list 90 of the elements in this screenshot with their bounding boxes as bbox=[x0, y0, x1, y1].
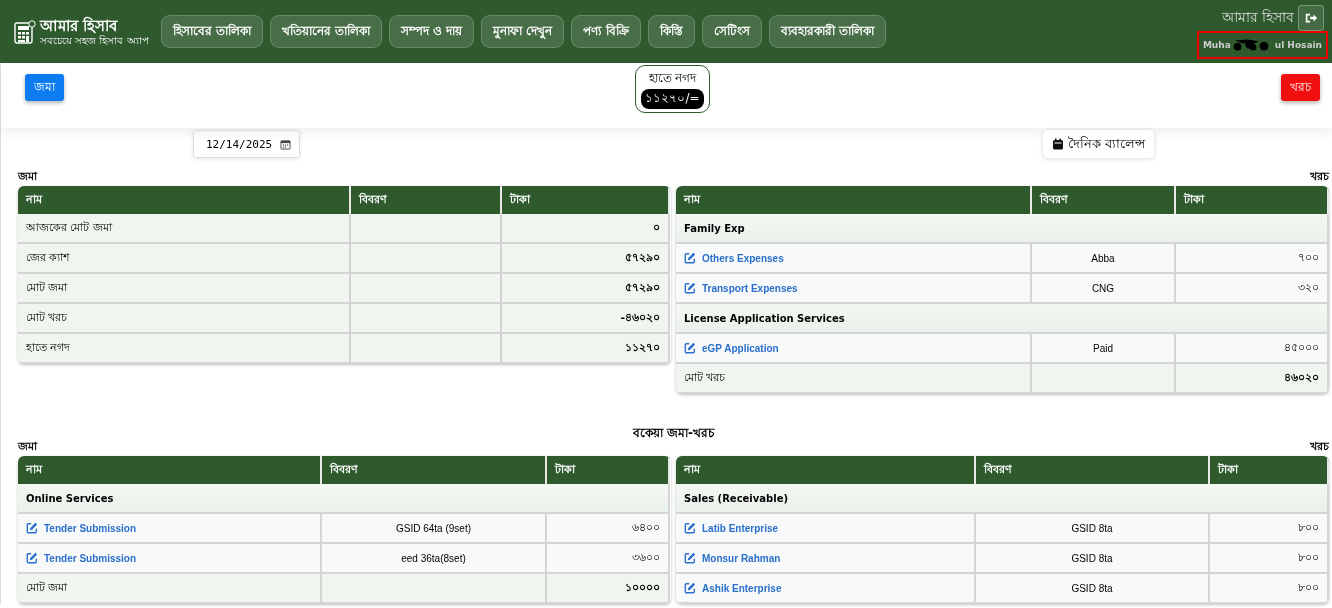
nav-button[interactable]: খতিয়ানের তালিকা bbox=[269, 15, 382, 48]
item-link[interactable]: eGP Application bbox=[702, 342, 779, 354]
edit-icon[interactable] bbox=[26, 552, 38, 564]
table-cell: ৩৬০০ bbox=[547, 544, 670, 574]
app-title: আমার হিসাব bbox=[40, 16, 119, 35]
nav-button[interactable]: পণ্য বিক্রি bbox=[571, 15, 641, 48]
column-header: বিবরণ bbox=[976, 456, 1210, 484]
table-cell: ৮০০ bbox=[1210, 544, 1329, 574]
edit-icon[interactable] bbox=[684, 552, 696, 564]
table-cell: ৮০০ bbox=[1210, 574, 1329, 604]
group-row: License Application Services bbox=[676, 304, 1329, 334]
edit-icon[interactable] bbox=[26, 522, 38, 534]
edit-icon[interactable] bbox=[684, 282, 696, 294]
group-row: Family Exp bbox=[676, 214, 1329, 244]
table-cell: ৮০০ bbox=[1210, 514, 1329, 544]
table-cell: মোট জমা bbox=[18, 574, 322, 604]
nav-button[interactable]: ব্যবহারকারী তালিকা bbox=[768, 15, 886, 48]
table-cell: ৬৪০০ bbox=[547, 514, 670, 544]
item-link[interactable]: Latib Enterprise bbox=[702, 522, 779, 534]
edit-icon[interactable] bbox=[684, 582, 696, 594]
group-row: Online Services bbox=[18, 484, 670, 514]
section-title: বকেয়া জমা-খরচ bbox=[631, 425, 716, 438]
table-cell: মোট খরচ bbox=[18, 304, 351, 334]
table-cell: মোট জমা bbox=[18, 274, 351, 304]
expense-button[interactable]: খরচ bbox=[1281, 74, 1320, 101]
column-header: টাকা bbox=[1176, 186, 1329, 214]
table-cell: ৪৬০২০ bbox=[1176, 364, 1329, 394]
table-cell: ৭০০ bbox=[1176, 244, 1329, 274]
table-label: খরচ bbox=[1310, 168, 1329, 185]
table-cell: ৩২০ bbox=[1176, 274, 1329, 304]
table-cell: GSID 8ta bbox=[976, 514, 1210, 544]
nav-button[interactable]: কিস্তি bbox=[647, 15, 695, 48]
table-cell: GSID 8ta bbox=[976, 574, 1210, 604]
table-cell: Paid bbox=[1032, 334, 1176, 364]
table-cell: ৪৫০০০ bbox=[1176, 334, 1329, 364]
nav-button[interactable]: সেটিংস bbox=[701, 15, 762, 48]
edit-icon[interactable] bbox=[684, 252, 696, 264]
column-header: বিবরণ bbox=[322, 456, 547, 484]
account-label: আমার হিসাব bbox=[1221, 7, 1294, 27]
column-header: নাম bbox=[18, 456, 322, 484]
table-cell: ১১২৭০ bbox=[502, 334, 670, 364]
column-header: বিবরণ bbox=[351, 186, 502, 214]
nav-button[interactable]: মুনাফা দেখুন bbox=[481, 15, 565, 48]
table-cell: Abba bbox=[1032, 244, 1176, 274]
group-row: Sales (Receivable) bbox=[676, 484, 1329, 514]
date-field[interactable]: 12/14/2025 bbox=[193, 130, 301, 158]
calculator-icon bbox=[14, 19, 36, 44]
logout-button[interactable] bbox=[1298, 4, 1324, 31]
column-header: নাম bbox=[18, 186, 351, 214]
edit-icon[interactable] bbox=[684, 522, 696, 534]
column-header: টাকা bbox=[502, 186, 670, 214]
table-label: জমা bbox=[18, 438, 37, 455]
item-link[interactable]: Transport Expenses bbox=[702, 282, 798, 294]
calendar-icon[interactable] bbox=[280, 138, 292, 150]
column-header: টাকা bbox=[1210, 456, 1329, 484]
app-subtitle: সবচেয়ে সহজ হিসাব অ্যাপ bbox=[40, 34, 149, 47]
cash-amount: ১১২৭০/= bbox=[641, 89, 704, 109]
daily-balance-button[interactable]: দৈনিক ব্যালেন্স bbox=[1042, 130, 1154, 158]
item-link[interactable]: Tender Submission bbox=[44, 522, 137, 534]
calendar-icon bbox=[1051, 138, 1064, 150]
column-header: নাম bbox=[676, 186, 1032, 214]
column-header: বিবরণ bbox=[1032, 186, 1176, 214]
item-link[interactable]: Ashik Enterprise bbox=[702, 582, 782, 594]
table-cell: হাতে নগদ bbox=[18, 334, 351, 364]
table-label: খরচ bbox=[1310, 438, 1329, 455]
cash-label: হাতে নগদ bbox=[648, 70, 697, 87]
column-header: নাম bbox=[676, 456, 976, 484]
column-header: টাকা bbox=[547, 456, 670, 484]
table-cell: জের ক্যাশ bbox=[18, 244, 351, 274]
table-cell: ৫৭২৯০ bbox=[502, 244, 670, 274]
edit-icon[interactable] bbox=[684, 342, 696, 354]
table-cell: -৪৬০২০ bbox=[502, 304, 670, 334]
item-link[interactable]: Others Expenses bbox=[702, 252, 784, 264]
table-cell: ০ bbox=[502, 214, 670, 244]
table-cell: ১০০০০ bbox=[547, 574, 670, 604]
nav-button[interactable]: সম্পদ ও দায় bbox=[388, 15, 475, 48]
deposit-button[interactable]: জমা bbox=[25, 74, 64, 101]
item-link[interactable]: Monsur Rahman bbox=[702, 552, 781, 564]
table-cell: eed 36ta(8set) bbox=[322, 544, 547, 574]
table-label: জমা bbox=[18, 168, 37, 185]
user-name: ul Hosain bbox=[1274, 39, 1322, 50]
table-cell: GSID 64ta (9set) bbox=[322, 514, 547, 544]
nav-button[interactable]: হিসাবের তালিকা bbox=[160, 15, 263, 48]
table-cell: মোট খরচ bbox=[676, 364, 1032, 394]
table-cell: CNG bbox=[1032, 274, 1176, 304]
table-cell: GSID 8ta bbox=[976, 544, 1210, 574]
item-link[interactable]: Tender Submission bbox=[44, 552, 137, 564]
table-cell: ৫৭২৯০ bbox=[502, 274, 670, 304]
user-name: Muha bbox=[1202, 39, 1231, 50]
table-cell: আজকের মোট জমা bbox=[18, 214, 351, 244]
